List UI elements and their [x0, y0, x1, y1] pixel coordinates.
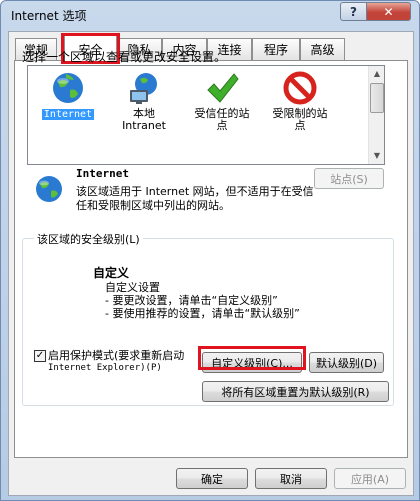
- scroll-down-icon[interactable]: ▼: [370, 149, 384, 163]
- zone-list-scrollbar[interactable]: ▲ ▼: [368, 66, 384, 164]
- zone-internet[interactable]: Internet: [30, 70, 106, 121]
- tab-programs[interactable]: 程序: [252, 38, 300, 60]
- zones-prompt: 选择一个区域以查看或更改安全设置。: [22, 50, 227, 64]
- security-level-description: 自定义设置 - 要更改设置，请单击“自定义级别” - 要使用推荐的设置，请单击“…: [105, 281, 300, 320]
- help-button[interactable]: ?: [340, 2, 367, 21]
- zone-label: Internet: [41, 109, 95, 120]
- intranet-icon: [130, 73, 157, 104]
- protected-mode-label-2: Internet Explorer)(P): [48, 363, 162, 373]
- zone-list[interactable]: Internet 本地 Intranet 受信任的站 点 受限制的站 点 ▲ ▼: [27, 65, 385, 165]
- zone-label: 受信任的站 点: [194, 107, 250, 132]
- zone-intranet[interactable]: 本地 Intranet: [106, 70, 182, 132]
- protected-mode-label: 启用保护模式(要求重新启动: [48, 349, 185, 362]
- scroll-thumb[interactable]: [370, 83, 384, 113]
- tab-advanced[interactable]: 高级: [300, 38, 345, 60]
- check-icon: [207, 73, 239, 103]
- security-level-label: 该区域的安全级别(L): [34, 231, 143, 247]
- protected-mode-checkbox[interactable]: ✓: [34, 350, 46, 362]
- default-level-button[interactable]: 默认级别(D): [309, 352, 384, 373]
- zone-trusted[interactable]: 受信任的站 点: [184, 70, 260, 132]
- zone-restricted[interactable]: 受限制的站 点: [262, 70, 338, 132]
- reset-all-zones-button[interactable]: 将所有区域重置为默认级别(R): [202, 381, 389, 402]
- sites-button[interactable]: 站点(S): [314, 168, 384, 189]
- cancel-button[interactable]: 取消: [255, 468, 327, 489]
- forbidden-icon: [283, 71, 317, 105]
- scroll-up-icon[interactable]: ▲: [370, 67, 384, 81]
- zone-description: 该区域适用于 Internet 网站，但不适用于在受信任和受限制区域中列出的网站…: [76, 185, 314, 212]
- security-level-title: 自定义: [93, 266, 130, 280]
- internet-options-window: Internet 选项 ? ✕ 常规 安全 隐私 内容 连接 程序 高级 选择一…: [0, 0, 420, 501]
- window-title: Internet 选项: [11, 9, 87, 23]
- close-button[interactable]: ✕: [366, 2, 411, 21]
- title-bar[interactable]: Internet 选项 ? ✕: [1, 1, 419, 31]
- ok-button[interactable]: 确定: [176, 468, 248, 489]
- zone-label: 本地 Intranet: [122, 107, 166, 132]
- globe-icon: [36, 176, 62, 202]
- globe-icon: [53, 73, 83, 103]
- custom-level-highlight: [198, 346, 306, 370]
- selected-zone-name: Internet: [76, 167, 129, 180]
- zone-label: 受限制的站 点: [272, 107, 328, 132]
- apply-button[interactable]: 应用(A): [334, 468, 406, 489]
